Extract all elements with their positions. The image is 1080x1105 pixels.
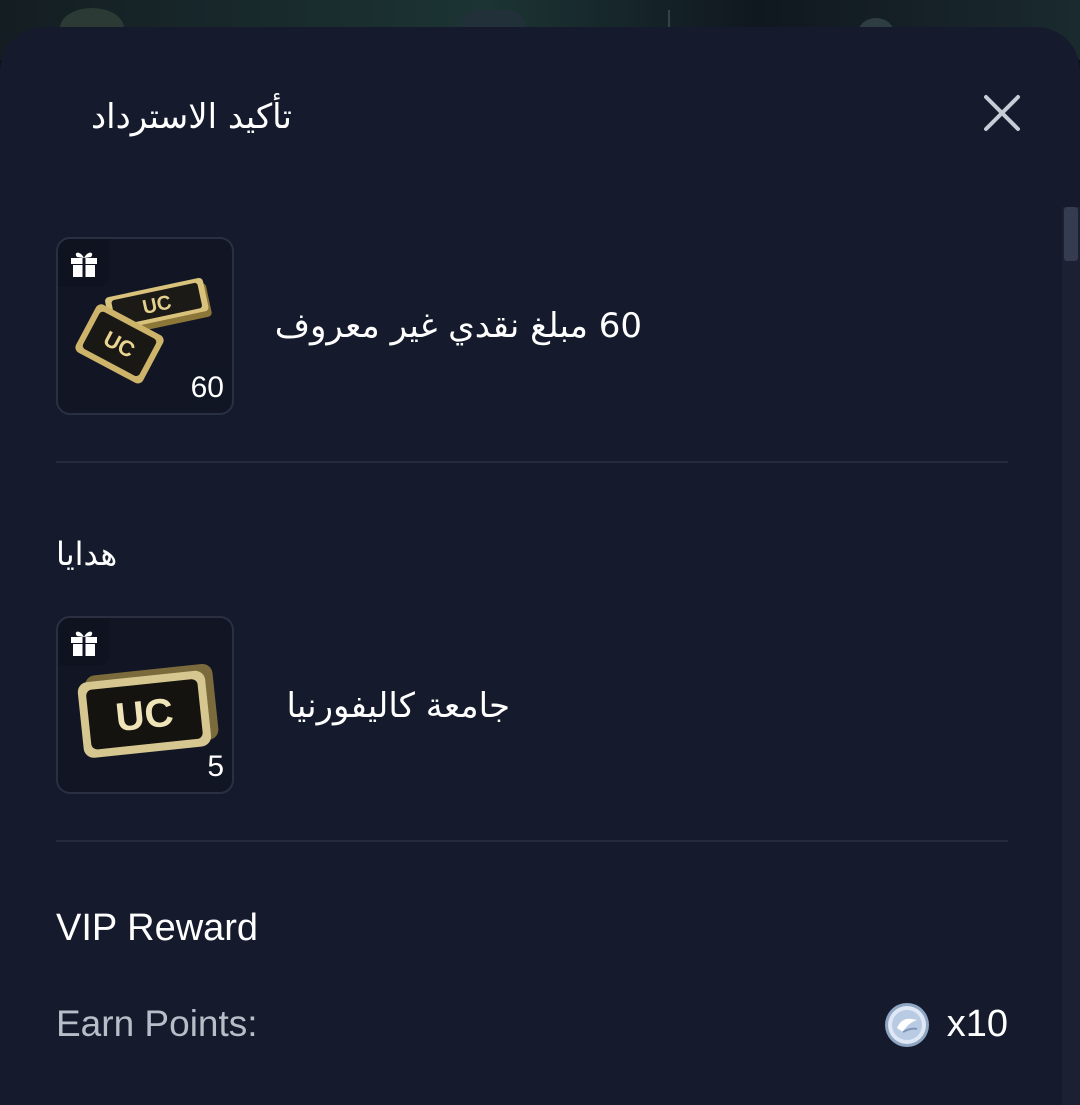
svg-text:UC: UC bbox=[114, 690, 176, 740]
gift-badge bbox=[58, 239, 110, 287]
earn-points-value: x10 bbox=[946, 1003, 1008, 1045]
scrollbar-track[interactable] bbox=[1062, 207, 1080, 1105]
redeem-confirmation-sheet: تأكيد الاسترداد UC UC 60 60 مبلغ نقدي غي… bbox=[0, 27, 1080, 1105]
section-divider bbox=[56, 461, 1008, 463]
item-thumbnail: UC UC 60 bbox=[56, 237, 234, 415]
vip-reward-title: VIP Reward bbox=[56, 907, 259, 949]
item-quantity: 60 bbox=[188, 371, 226, 405]
gift-icon bbox=[71, 252, 97, 277]
close-icon bbox=[984, 95, 1020, 131]
gift-item-thumbnail: UC 5 bbox=[56, 616, 234, 794]
close-button[interactable] bbox=[978, 89, 1026, 137]
points-coin-icon bbox=[885, 1003, 929, 1047]
gift-icon bbox=[71, 631, 97, 656]
gifts-heading: هدايا bbox=[56, 535, 118, 573]
item-label: 60 مبلغ نقدي غير معروف bbox=[274, 306, 642, 346]
gift-item-label: جامعة كاليفورنيا bbox=[286, 686, 510, 726]
scrollbar-thumb[interactable] bbox=[1064, 207, 1078, 261]
sheet-title: تأكيد الاسترداد bbox=[91, 97, 292, 137]
gift-item-quantity: 5 bbox=[205, 750, 226, 784]
gift-badge bbox=[58, 618, 110, 666]
earn-points-label: Earn Points: bbox=[56, 1003, 258, 1044]
section-divider bbox=[56, 840, 1008, 842]
